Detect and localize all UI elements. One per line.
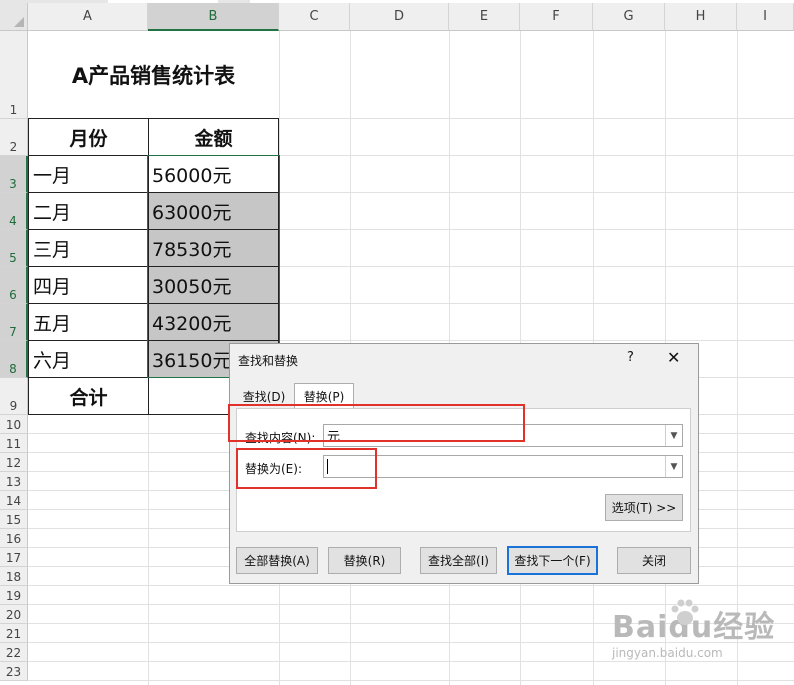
column-header-c[interactable]: C bbox=[279, 3, 350, 31]
chevron-down-icon[interactable]: ▼ bbox=[665, 425, 682, 446]
row-header-11[interactable]: 11 bbox=[0, 434, 28, 453]
options-button[interactable]: 选项(T) >> bbox=[605, 494, 683, 521]
row-header-1[interactable]: 1 bbox=[0, 31, 28, 119]
cell-month[interactable]: 六月 bbox=[28, 340, 149, 378]
row-header-17[interactable]: 17 bbox=[0, 548, 28, 567]
annotation-box-replace bbox=[236, 448, 377, 489]
watermark-url: jingyan.baidu.com bbox=[612, 646, 723, 660]
gridline bbox=[28, 680, 794, 681]
cell-month[interactable]: 二月 bbox=[28, 192, 149, 230]
column-header-f[interactable]: F bbox=[520, 3, 593, 31]
dialog-title: 查找和替换 bbox=[238, 354, 299, 368]
paw-logo-icon bbox=[671, 599, 699, 625]
row-header-15[interactable]: 15 bbox=[0, 510, 28, 529]
cell-amount[interactable]: 43200元 bbox=[148, 303, 279, 341]
row-header-14[interactable]: 14 bbox=[0, 491, 28, 510]
row-header-23[interactable]: 23 bbox=[0, 662, 28, 681]
row-header-12[interactable]: 12 bbox=[0, 453, 28, 472]
column-header-h[interactable]: H bbox=[665, 3, 737, 31]
gridline bbox=[737, 31, 738, 685]
row-header-13[interactable]: 13 bbox=[0, 472, 28, 491]
row-header-22[interactable]: 22 bbox=[0, 643, 28, 662]
row-header-9[interactable]: 9 bbox=[0, 378, 28, 415]
gridline bbox=[28, 661, 794, 662]
row-header-6[interactable]: 6 bbox=[0, 267, 28, 304]
cell-amount[interactable]: 78530元 bbox=[148, 229, 279, 267]
find-next-button[interactable]: 查找下一个(F) bbox=[507, 546, 598, 575]
row-header-4[interactable]: 4 bbox=[0, 193, 28, 230]
header-month[interactable]: 月份 bbox=[28, 118, 149, 156]
row-header-2[interactable]: 2 bbox=[0, 119, 28, 156]
row-header-18[interactable]: 18 bbox=[0, 567, 28, 586]
column-header-d[interactable]: D bbox=[350, 3, 449, 31]
cell-amount[interactable]: 30050元 bbox=[148, 266, 279, 304]
row-header-19[interactable]: 19 bbox=[0, 586, 28, 605]
gridline bbox=[28, 585, 794, 586]
annotation-box-find bbox=[228, 404, 525, 442]
cell-total-label[interactable]: 合计 bbox=[28, 377, 149, 415]
cell-amount-active[interactable]: 56000元 bbox=[148, 155, 279, 193]
cell-amount[interactable]: 63000元 bbox=[148, 192, 279, 230]
cell-month[interactable]: 三月 bbox=[28, 229, 149, 267]
column-header-e[interactable]: E bbox=[449, 3, 520, 31]
dialog-close-button[interactable]: 关闭 bbox=[617, 547, 691, 574]
column-header-a[interactable]: A bbox=[28, 3, 148, 31]
cell-month[interactable]: 一月 bbox=[28, 155, 149, 193]
find-all-button[interactable]: 查找全部(I) bbox=[420, 547, 497, 574]
table-title[interactable]: A产品销售统计表 bbox=[28, 31, 279, 119]
column-header-g[interactable]: G bbox=[593, 3, 665, 31]
row-header-16[interactable]: 16 bbox=[0, 529, 28, 548]
row-header-8[interactable]: 8 bbox=[0, 341, 28, 378]
row-header-5[interactable]: 5 bbox=[0, 230, 28, 267]
chevron-down-icon[interactable]: ▼ bbox=[665, 456, 682, 477]
help-button[interactable]: ? bbox=[627, 350, 634, 365]
column-header-b[interactable]: B bbox=[148, 3, 279, 31]
row-header-7[interactable]: 7 bbox=[0, 304, 28, 341]
replace-with-input[interactable]: ▼ bbox=[323, 455, 683, 478]
close-icon[interactable]: ✕ bbox=[667, 348, 680, 367]
replace-all-button[interactable]: 全部替换(A) bbox=[236, 547, 318, 574]
header-amount[interactable]: 金额 bbox=[148, 118, 279, 156]
select-all-corner[interactable] bbox=[0, 3, 28, 31]
cell-month[interactable]: 四月 bbox=[28, 266, 149, 304]
row-header-20[interactable]: 20 bbox=[0, 605, 28, 624]
row-header-10[interactable]: 10 bbox=[0, 415, 28, 434]
cell-month[interactable]: 五月 bbox=[28, 303, 149, 341]
column-header-i[interactable]: I bbox=[737, 3, 794, 31]
row-header-3[interactable]: 3 bbox=[0, 156, 28, 193]
replace-button[interactable]: 替换(R) bbox=[328, 547, 401, 574]
row-header-21[interactable]: 21 bbox=[0, 624, 28, 643]
